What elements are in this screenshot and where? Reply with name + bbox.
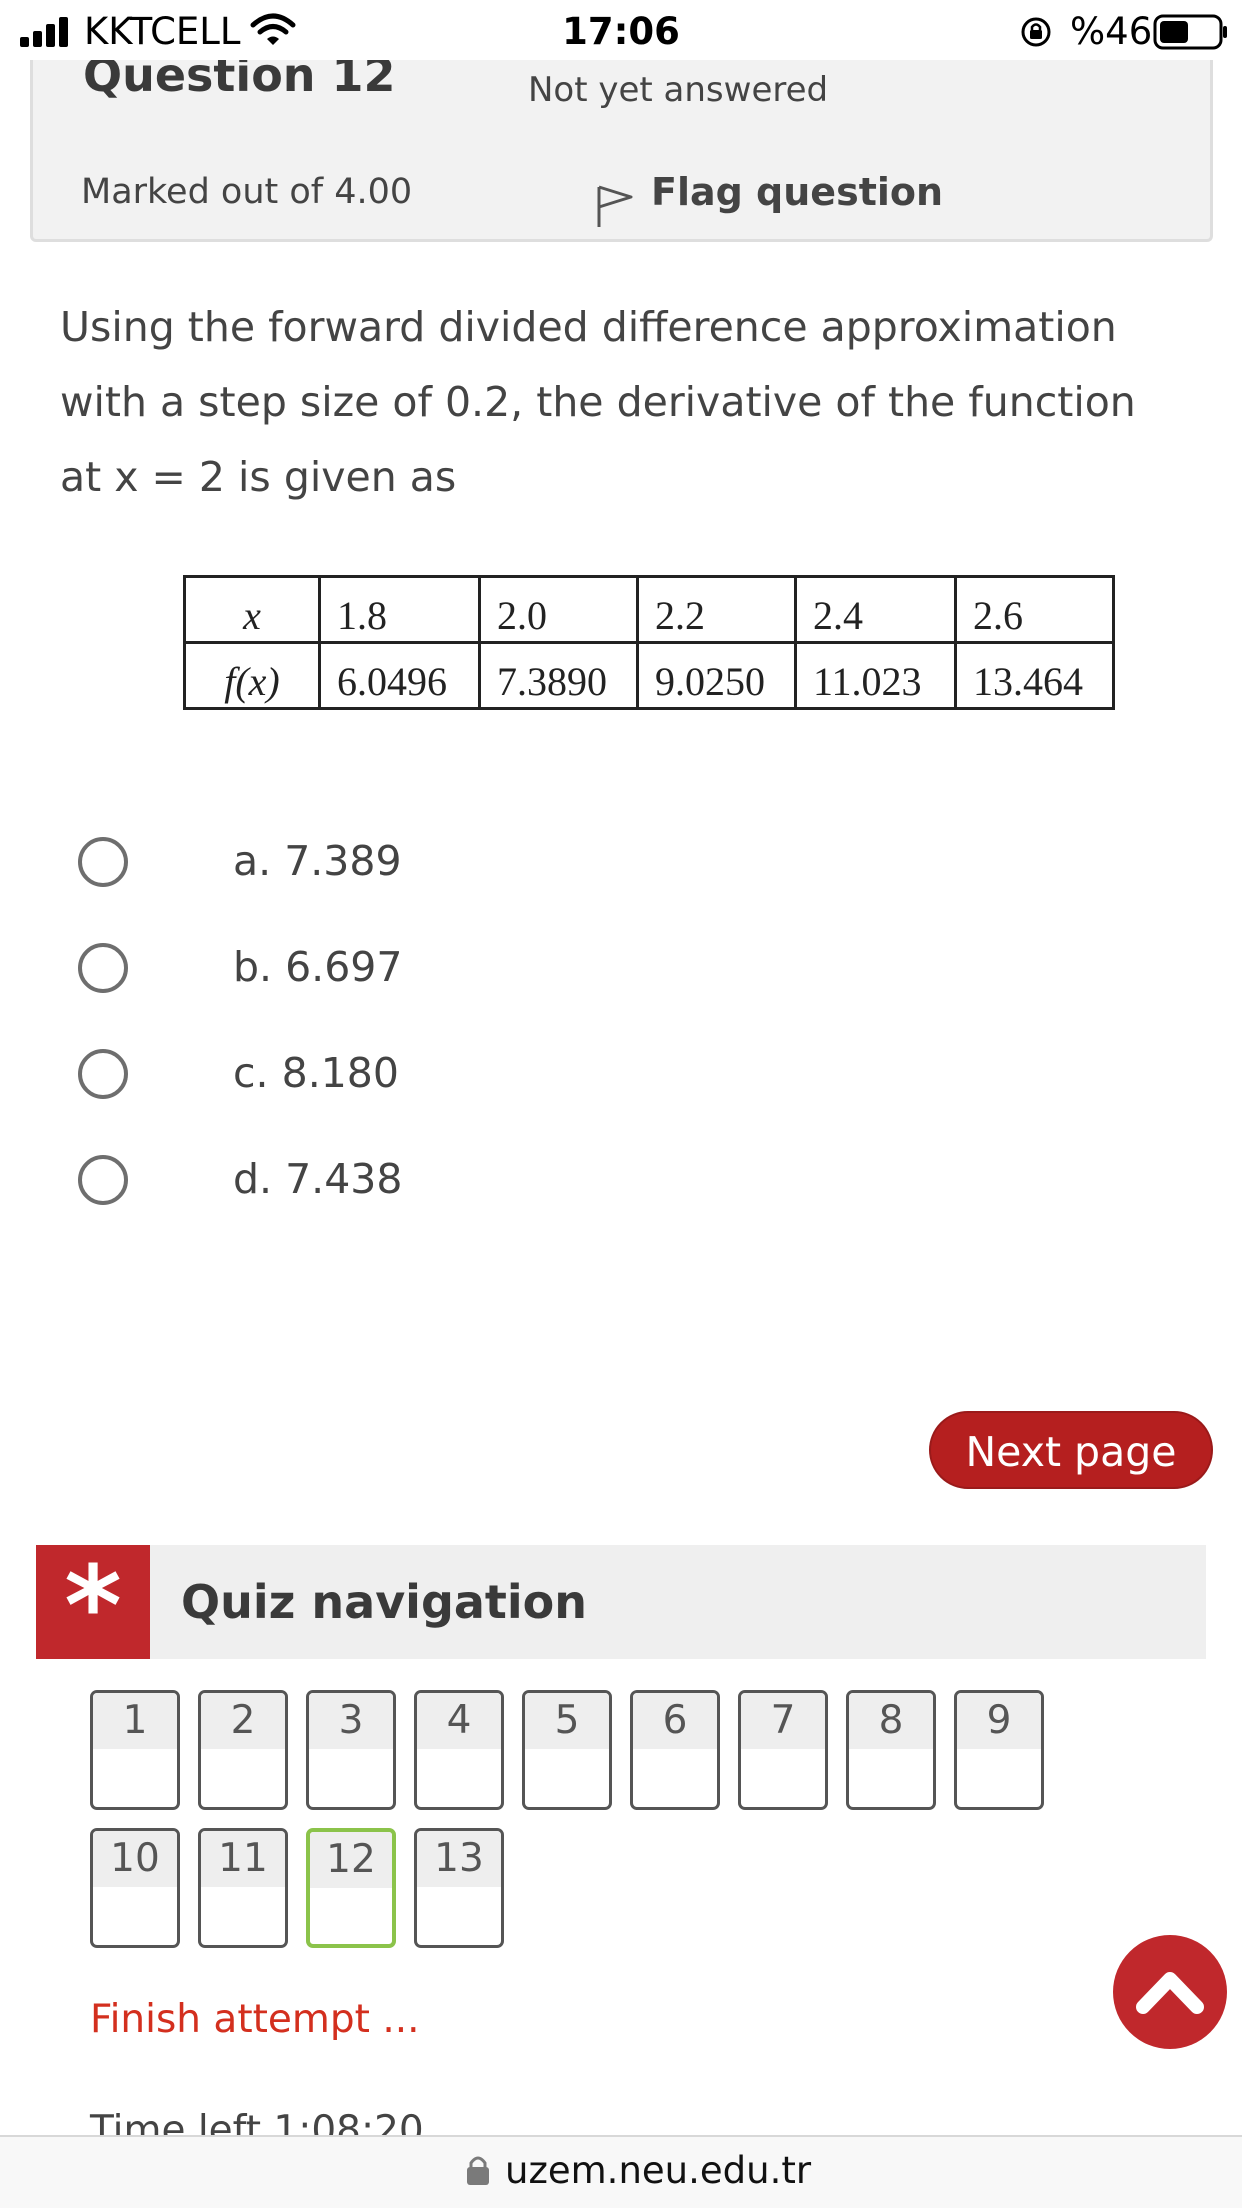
radio-button[interactable] xyxy=(78,1049,128,1099)
question-number: 10 xyxy=(93,1831,177,1887)
table-cell: 2.2 xyxy=(636,575,797,644)
answer-option-b[interactable]: b. 6.697 xyxy=(78,929,778,1009)
answer-option-c[interactable]: c. 8.180 xyxy=(78,1035,778,1115)
question-number: 7 xyxy=(741,1693,825,1749)
quiz-nav-button-7[interactable]: 7 xyxy=(738,1690,828,1810)
quiz-nav-button-2[interactable]: 2 xyxy=(198,1690,288,1810)
chevron-up-icon xyxy=(1136,1972,1204,2014)
quiz-nav-button-10[interactable]: 10 xyxy=(90,1828,180,1948)
browser-url-bar[interactable]: uzem.neu.edu.tr xyxy=(0,2135,1242,2208)
table-cell: 11.023 xyxy=(794,641,957,710)
answer-option-d[interactable]: d. 7.438 xyxy=(78,1141,778,1221)
table-row-x: x 1.8 2.0 2.2 2.4 2.6 xyxy=(183,575,1115,644)
question-number: 1 xyxy=(93,1693,177,1749)
next-page-button[interactable]: Next page xyxy=(929,1411,1213,1489)
quiz-navigation-header: * Quiz navigation xyxy=(36,1542,1206,1670)
question-number: 5 xyxy=(525,1693,609,1749)
quiz-nav-button-12-current[interactable]: 12 xyxy=(306,1828,396,1948)
table-cell: 2.0 xyxy=(478,575,639,644)
table-cell: 7.3890 xyxy=(478,641,639,710)
table-header-x: x xyxy=(183,575,321,644)
flag-icon[interactable] xyxy=(595,183,635,229)
option-label[interactable]: b. 6.697 xyxy=(233,943,402,991)
question-number: 2 xyxy=(201,1693,285,1749)
table-header-fx: f(x) xyxy=(183,641,321,710)
table-cell: 2.4 xyxy=(794,575,957,644)
question-text: Using the forward divided difference app… xyxy=(60,303,1136,501)
radio-button[interactable] xyxy=(78,943,128,993)
clock: 17:06 xyxy=(562,10,680,53)
quiz-nav-button-1[interactable]: 1 xyxy=(90,1690,180,1810)
table-cell: 6.0496 xyxy=(318,641,481,710)
answer-option-a[interactable]: a. 7.389 xyxy=(78,823,778,903)
quiz-nav-button-3[interactable]: 3 xyxy=(306,1690,396,1810)
question-number: 11 xyxy=(201,1831,285,1887)
quiz-navigation-title: Quiz navigation xyxy=(181,1575,588,1629)
table-cell: 9.0250 xyxy=(636,641,797,710)
lock-icon xyxy=(467,2156,489,2185)
table-cell: 13.464 xyxy=(954,641,1115,710)
question-state: Not yet answered xyxy=(528,70,829,110)
asterisk-icon: * xyxy=(36,1542,150,1670)
data-table: x 1.8 2.0 2.2 2.4 2.6 f(x) 6.0496 7.3890… xyxy=(183,575,1115,710)
question-number: 12 xyxy=(310,1832,392,1888)
quiz-nav-button-13[interactable]: 13 xyxy=(414,1828,504,1948)
question-number: 13 xyxy=(417,1831,501,1887)
question-number: 9 xyxy=(957,1693,1041,1749)
scroll-to-top-button[interactable] xyxy=(1113,1935,1227,2049)
question-number: 6 xyxy=(633,1693,717,1749)
table-row-fx: f(x) 6.0496 7.3890 9.0250 11.023 13.464 xyxy=(183,641,1115,710)
status-bar: KKTCELL 17:06 %46 xyxy=(0,0,1242,60)
option-label[interactable]: a. 7.389 xyxy=(233,837,402,885)
question-number: 4 xyxy=(417,1693,501,1749)
finish-attempt-link[interactable]: Finish attempt ... xyxy=(90,1997,420,2042)
question-marked: Marked out of 4.00 xyxy=(81,172,413,212)
rotation-lock-icon xyxy=(1021,17,1051,47)
battery-percent: %46 xyxy=(1070,10,1153,53)
table-cell: 2.6 xyxy=(954,575,1115,644)
question-number: 3 xyxy=(309,1693,393,1749)
table-cell: 1.8 xyxy=(318,575,481,644)
quiz-nav-button-6[interactable]: 6 xyxy=(630,1690,720,1810)
quiz-nav-button-5[interactable]: 5 xyxy=(522,1690,612,1810)
quiz-nav-button-8[interactable]: 8 xyxy=(846,1690,936,1810)
quiz-nav-button-11[interactable]: 11 xyxy=(198,1828,288,1948)
quiz-nav-button-9[interactable]: 9 xyxy=(954,1690,1044,1810)
radio-button[interactable] xyxy=(78,1155,128,1205)
quiz-nav-button-4[interactable]: 4 xyxy=(414,1690,504,1810)
flag-question-button[interactable]: Flag question xyxy=(651,170,943,214)
url-text[interactable]: uzem.neu.edu.tr xyxy=(505,2149,811,2192)
battery-icon xyxy=(1153,14,1227,50)
radio-button[interactable] xyxy=(78,837,128,887)
question-number: 8 xyxy=(849,1693,933,1749)
option-label[interactable]: c. 8.180 xyxy=(233,1049,399,1097)
option-label[interactable]: d. 7.438 xyxy=(233,1155,402,1203)
